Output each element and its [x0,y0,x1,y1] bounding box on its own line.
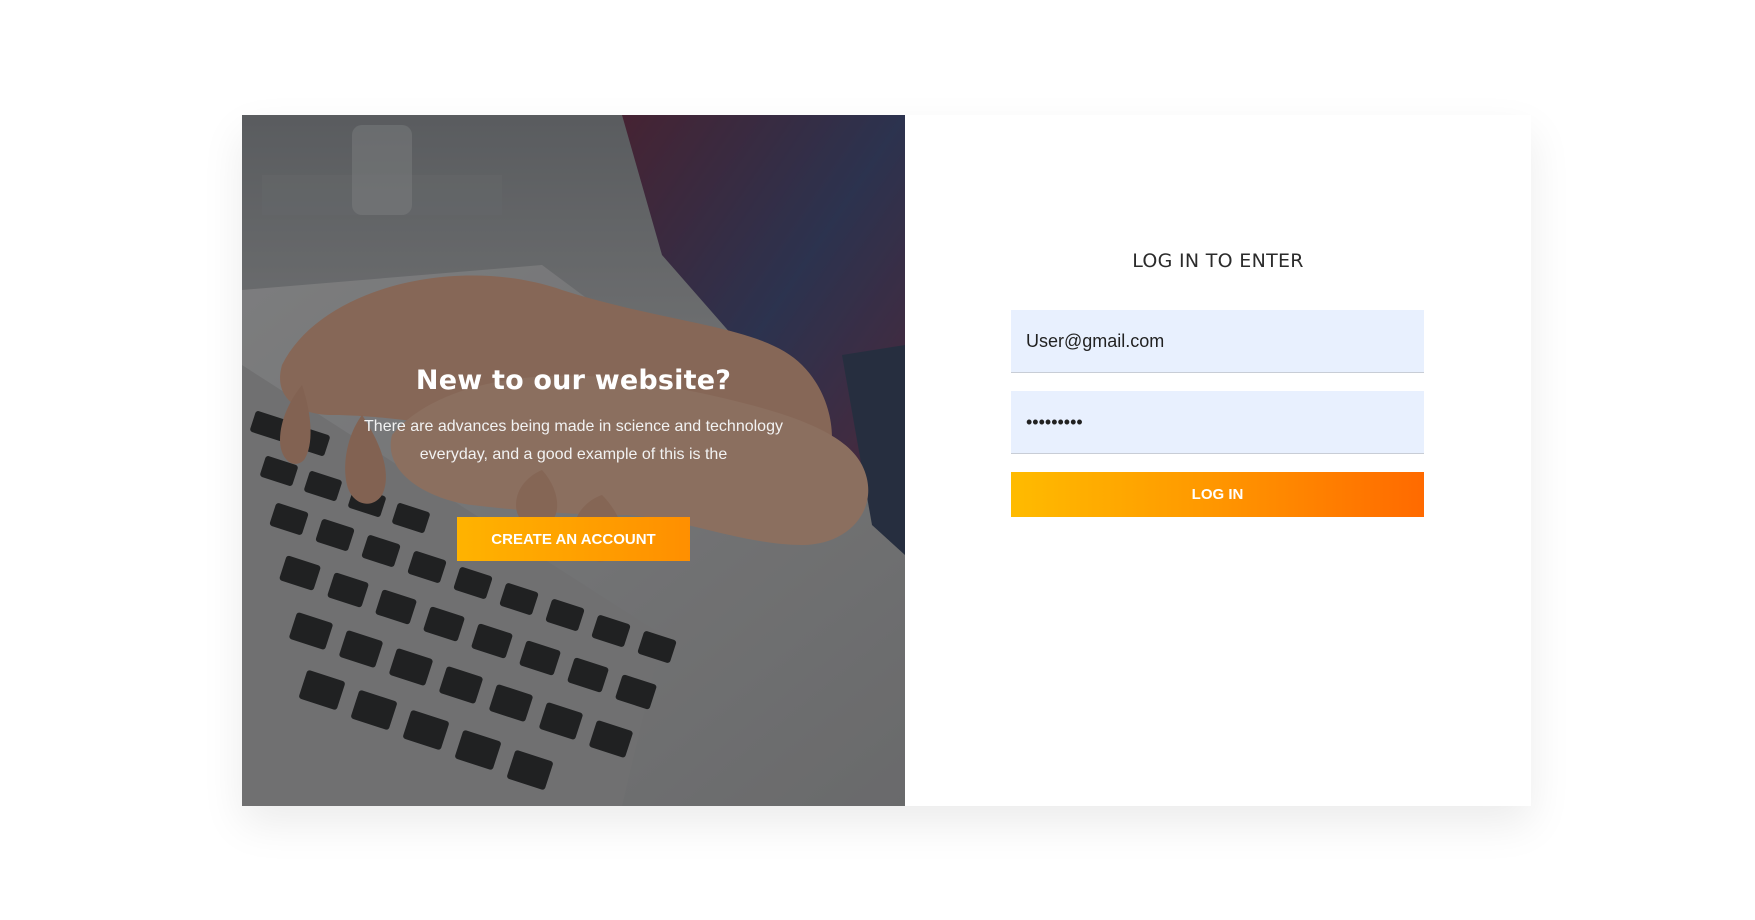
page: New to our website? There are advances b… [0,0,1755,920]
promo-content: New to our website? There are advances b… [242,115,905,806]
promo-panel: New to our website? There are advances b… [242,115,905,806]
promo-description: There are advances being made in science… [364,418,783,463]
auth-card: New to our website? There are advances b… [242,115,1531,806]
email-field[interactable] [1011,310,1424,373]
login-panel: LOG IN TO ENTER LOG IN [905,115,1531,806]
login-title: LOG IN TO ENTER [1132,250,1304,272]
promo-title: New to our website? [415,365,732,396]
password-field[interactable] [1011,391,1424,454]
log-in-button[interactable]: LOG IN [1011,472,1424,517]
create-account-button[interactable]: CREATE AN ACCOUNT [457,517,690,561]
